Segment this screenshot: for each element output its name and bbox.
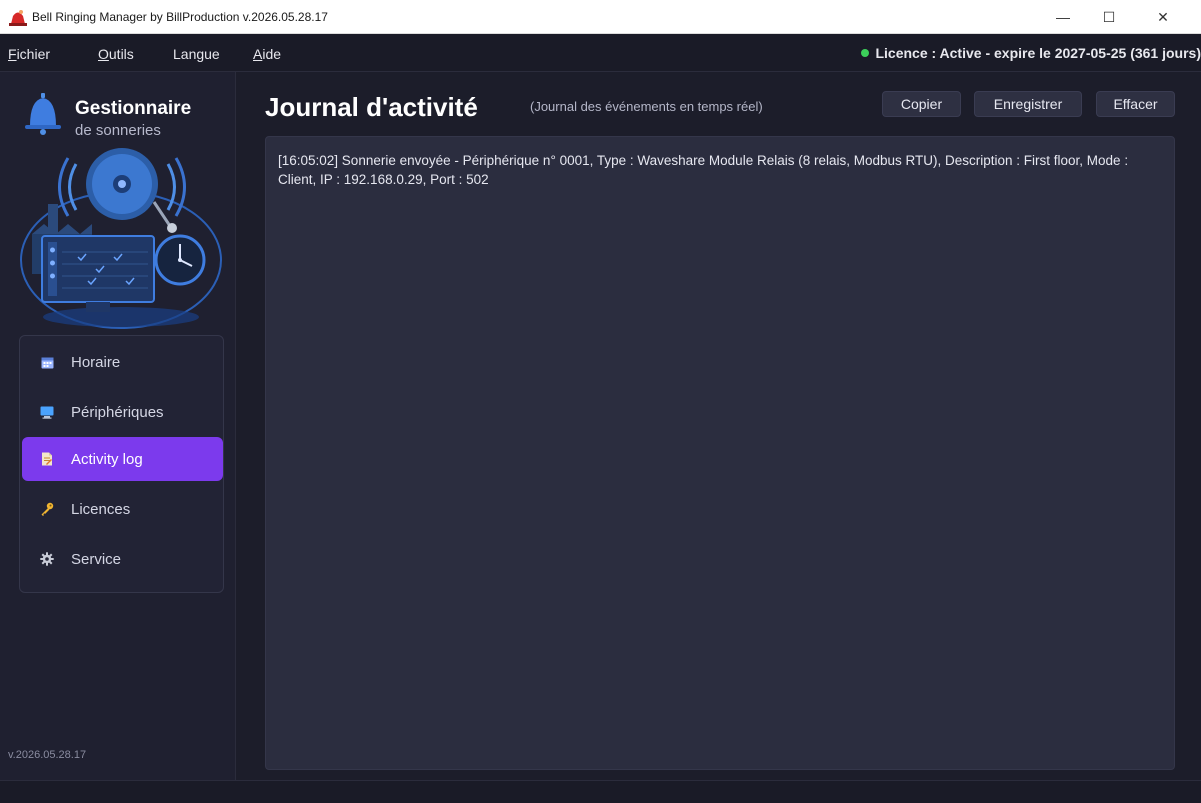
menu-fichier[interactable]: Fichier xyxy=(8,46,50,62)
sidebar-item-horaire[interactable]: Horaire xyxy=(22,340,223,384)
version-label: v.2026.05.28.17 xyxy=(8,749,87,761)
status-bar xyxy=(0,780,1201,803)
log-entry: [16:05:02] Sonnerie envoyée - Périphériq… xyxy=(278,153,1129,187)
licence-status: Licence : Active - expire le 2027-05-25 … xyxy=(861,45,1201,61)
sidebar-nav: Horaire Périphériques Activity log Licen… xyxy=(19,335,224,593)
sidebar-item-peripheriques[interactable]: Périphériques xyxy=(22,390,223,434)
menu-langue[interactable]: Langue xyxy=(173,46,220,62)
menu-bar: Fichier Outils Langue Aide Licence : Act… xyxy=(0,34,1201,72)
sidebar-item-service[interactable]: Service xyxy=(22,537,223,581)
licence-status-text: Licence : Active - expire le 2027-05-25 … xyxy=(875,45,1201,61)
bell-app-icon xyxy=(9,10,27,26)
menu-aide[interactable]: Aide xyxy=(253,46,281,62)
page-title: Journal d'activité xyxy=(265,92,478,122)
calendar-icon xyxy=(40,355,54,369)
monitor-icon xyxy=(40,405,54,419)
main-content: Journal d'activité (Journal des événemen… xyxy=(237,72,1201,780)
logo-subtitle: de sonneries xyxy=(75,122,161,139)
minimize-button[interactable]: — xyxy=(1040,0,1086,34)
sidebar-item-licences[interactable]: Licences xyxy=(22,487,223,531)
sidebar-item-label: Service xyxy=(71,550,122,568)
window-title: Bell Ringing Manager by BillProduction v… xyxy=(32,10,328,24)
log-icon xyxy=(40,452,54,466)
key-icon xyxy=(40,502,54,516)
save-button[interactable]: Enregistrer xyxy=(974,91,1082,117)
activity-log-panel[interactable]: [16:05:02] Sonnerie envoyée - Périphériq… xyxy=(265,136,1175,770)
sidebar: Gestionnaire de sonneries Horaire Périph… xyxy=(0,72,236,780)
menu-outils[interactable]: Outils xyxy=(98,46,134,62)
sidebar-item-activity-log[interactable]: Activity log xyxy=(22,437,223,481)
clear-button[interactable]: Effacer xyxy=(1096,91,1175,117)
close-button[interactable]: ✕ xyxy=(1140,0,1186,34)
sidebar-item-label: Licences xyxy=(71,500,131,518)
bell-logo-icon xyxy=(25,93,61,135)
maximize-button[interactable]: ☐ xyxy=(1086,0,1132,34)
logo-title: Gestionnaire xyxy=(75,98,192,119)
status-dot-icon xyxy=(861,49,870,58)
page-subtitle: (Journal des événements en temps réel) xyxy=(530,99,763,114)
bell-schedule-illustration xyxy=(20,148,222,329)
copy-button[interactable]: Copier xyxy=(882,91,961,117)
title-bar: Bell Ringing Manager by BillProduction v… xyxy=(0,0,1201,34)
sidebar-item-label: Horaire xyxy=(71,353,121,371)
sidebar-item-label: Activity log xyxy=(71,450,143,468)
sidebar-item-label: Périphériques xyxy=(71,403,164,421)
gear-icon xyxy=(40,552,54,566)
